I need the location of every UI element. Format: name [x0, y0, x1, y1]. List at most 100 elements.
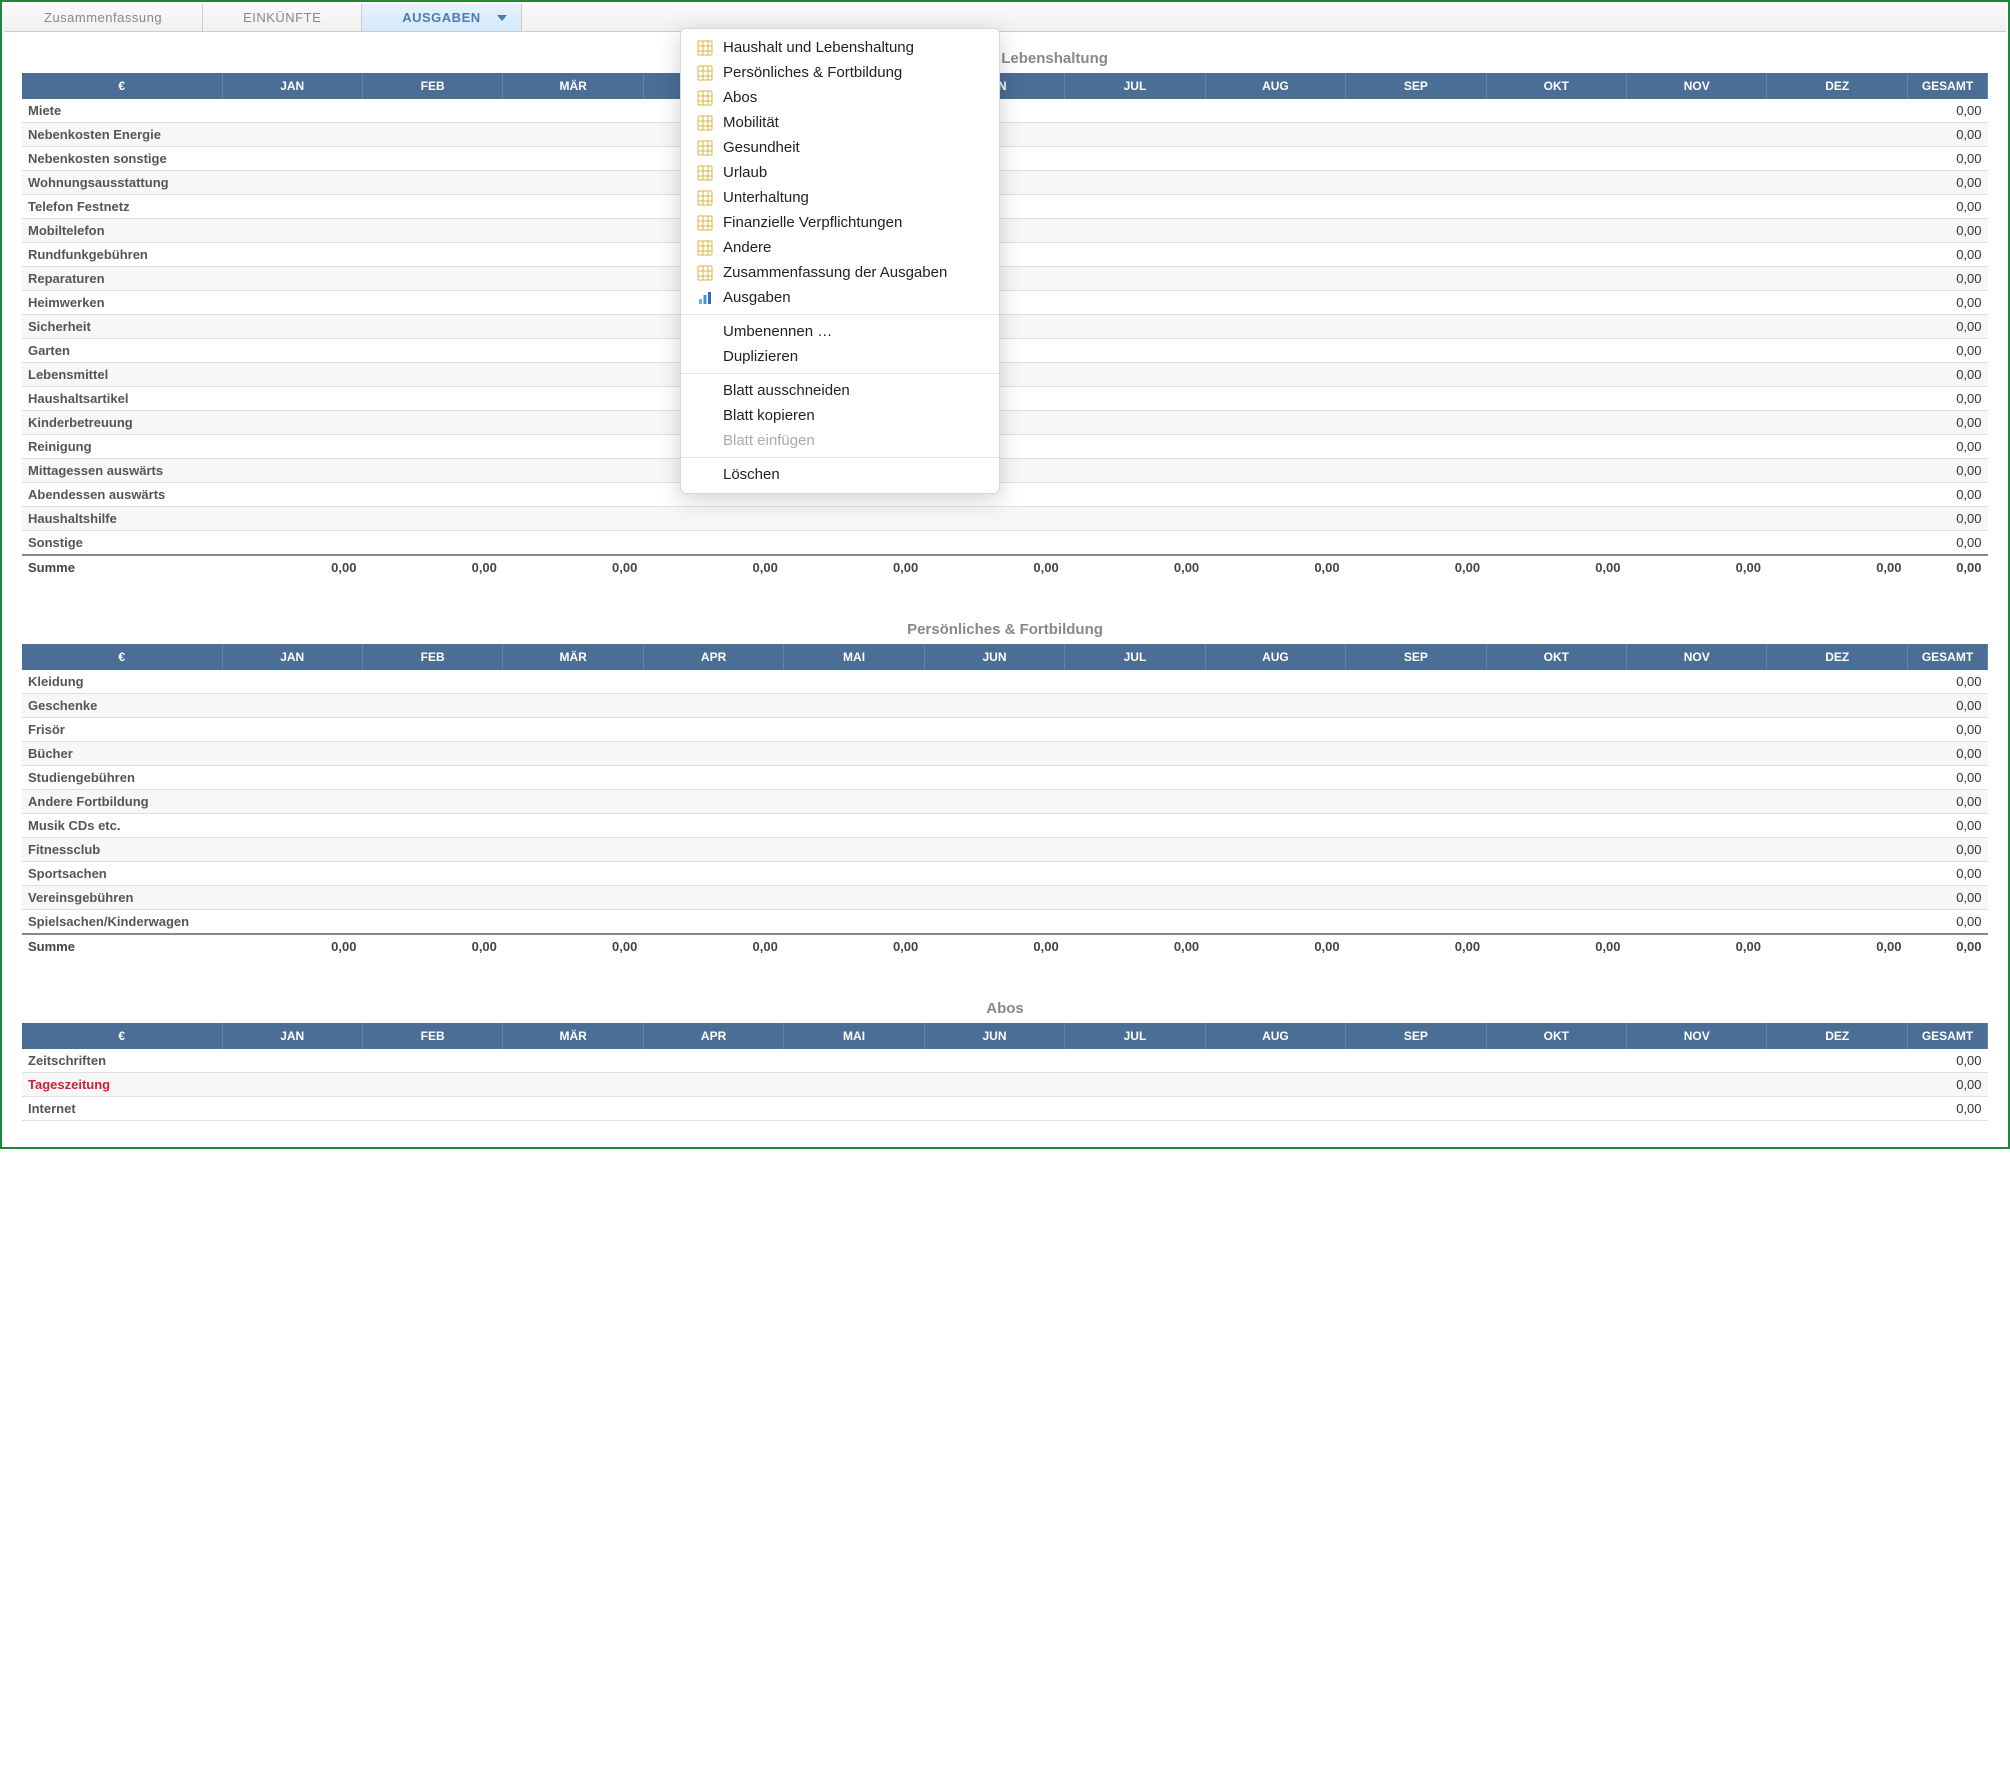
- cell[interactable]: [924, 838, 1064, 862]
- cell[interactable]: [362, 291, 502, 315]
- cell[interactable]: [222, 1073, 362, 1097]
- cell[interactable]: [924, 531, 1064, 556]
- cell[interactable]: [1205, 123, 1345, 147]
- cell[interactable]: [1346, 1049, 1486, 1073]
- cell[interactable]: [784, 507, 924, 531]
- cell[interactable]: [1627, 147, 1767, 171]
- cell[interactable]: [1346, 99, 1486, 123]
- menu-action-item[interactable]: Umbenennen …: [681, 319, 999, 344]
- cell[interactable]: [222, 790, 362, 814]
- cell[interactable]: [643, 670, 783, 694]
- cell[interactable]: [1065, 694, 1205, 718]
- cell[interactable]: [1346, 243, 1486, 267]
- cell[interactable]: [503, 459, 643, 483]
- cell[interactable]: [1346, 886, 1486, 910]
- cell[interactable]: [1767, 363, 1908, 387]
- cell[interactable]: [1065, 814, 1205, 838]
- cell[interactable]: [503, 195, 643, 219]
- cell[interactable]: [924, 694, 1064, 718]
- cell[interactable]: [1205, 718, 1345, 742]
- cell[interactable]: [1767, 123, 1908, 147]
- cell[interactable]: [1767, 219, 1908, 243]
- cell[interactable]: [1486, 315, 1626, 339]
- cell[interactable]: [924, 910, 1064, 935]
- cell[interactable]: [1627, 219, 1767, 243]
- cell[interactable]: [1346, 670, 1486, 694]
- cell[interactable]: [1065, 147, 1205, 171]
- cell[interactable]: [222, 363, 362, 387]
- cell[interactable]: [784, 766, 924, 790]
- cell[interactable]: [1065, 766, 1205, 790]
- cell[interactable]: [784, 531, 924, 556]
- chevron-down-icon[interactable]: [497, 15, 507, 21]
- cell[interactable]: [1065, 411, 1205, 435]
- cell[interactable]: [1346, 411, 1486, 435]
- cell[interactable]: [643, 886, 783, 910]
- cell[interactable]: [784, 910, 924, 935]
- cell[interactable]: [503, 790, 643, 814]
- cell[interactable]: [643, 507, 783, 531]
- cell[interactable]: [1486, 387, 1626, 411]
- cell[interactable]: [1065, 363, 1205, 387]
- cell[interactable]: [1065, 838, 1205, 862]
- cell[interactable]: [1205, 1097, 1345, 1121]
- cell[interactable]: [1627, 387, 1767, 411]
- menu-sheet-item[interactable]: Zusammenfassung der Ausgaben: [681, 260, 999, 285]
- cell[interactable]: [1767, 411, 1908, 435]
- cell[interactable]: [503, 507, 643, 531]
- cell[interactable]: [924, 718, 1064, 742]
- cell[interactable]: [643, 531, 783, 556]
- cell[interactable]: [1486, 790, 1626, 814]
- cell[interactable]: [362, 219, 502, 243]
- cell[interactable]: [503, 886, 643, 910]
- menu-action-item[interactable]: Blatt kopieren: [681, 403, 999, 428]
- cell[interactable]: [1346, 742, 1486, 766]
- tab-ausgaben[interactable]: AUSGABEN: [362, 4, 521, 31]
- cell[interactable]: [1065, 790, 1205, 814]
- cell[interactable]: [1767, 435, 1908, 459]
- cell[interactable]: [1205, 670, 1345, 694]
- cell[interactable]: [1346, 267, 1486, 291]
- cell[interactable]: [1065, 171, 1205, 195]
- cell[interactable]: [924, 1097, 1064, 1121]
- menu-sheet-item[interactable]: Persönliches & Fortbildung: [681, 60, 999, 85]
- cell[interactable]: [1205, 531, 1345, 556]
- cell[interactable]: [643, 1049, 783, 1073]
- cell[interactable]: [362, 243, 502, 267]
- cell[interactable]: [1627, 531, 1767, 556]
- cell[interactable]: [222, 1049, 362, 1073]
- cell[interactable]: [1486, 742, 1626, 766]
- cell[interactable]: [1627, 291, 1767, 315]
- cell[interactable]: [1486, 483, 1626, 507]
- cell[interactable]: [503, 243, 643, 267]
- cell[interactable]: [924, 814, 1064, 838]
- cell[interactable]: [643, 1097, 783, 1121]
- cell[interactable]: [1065, 886, 1205, 910]
- cell[interactable]: [1346, 363, 1486, 387]
- cell[interactable]: [1065, 339, 1205, 363]
- cell[interactable]: [222, 910, 362, 935]
- cell[interactable]: [1627, 886, 1767, 910]
- menu-sheet-item[interactable]: Unterhaltung: [681, 185, 999, 210]
- cell[interactable]: [1205, 99, 1345, 123]
- cell[interactable]: [1065, 531, 1205, 556]
- cell[interactable]: [362, 910, 502, 935]
- cell[interactable]: [1627, 459, 1767, 483]
- cell[interactable]: [362, 99, 502, 123]
- cell[interactable]: [503, 910, 643, 935]
- cell[interactable]: [503, 1097, 643, 1121]
- cell[interactable]: [503, 814, 643, 838]
- cell[interactable]: [1205, 147, 1345, 171]
- cell[interactable]: [643, 814, 783, 838]
- cell[interactable]: [503, 766, 643, 790]
- cell[interactable]: [1346, 910, 1486, 935]
- cell[interactable]: [503, 862, 643, 886]
- cell[interactable]: [1205, 507, 1345, 531]
- cell[interactable]: [1486, 243, 1626, 267]
- cell[interactable]: [362, 718, 502, 742]
- cell[interactable]: [1486, 910, 1626, 935]
- cell[interactable]: [924, 1073, 1064, 1097]
- cell[interactable]: [1065, 718, 1205, 742]
- cell[interactable]: [1065, 862, 1205, 886]
- cell[interactable]: [1065, 1073, 1205, 1097]
